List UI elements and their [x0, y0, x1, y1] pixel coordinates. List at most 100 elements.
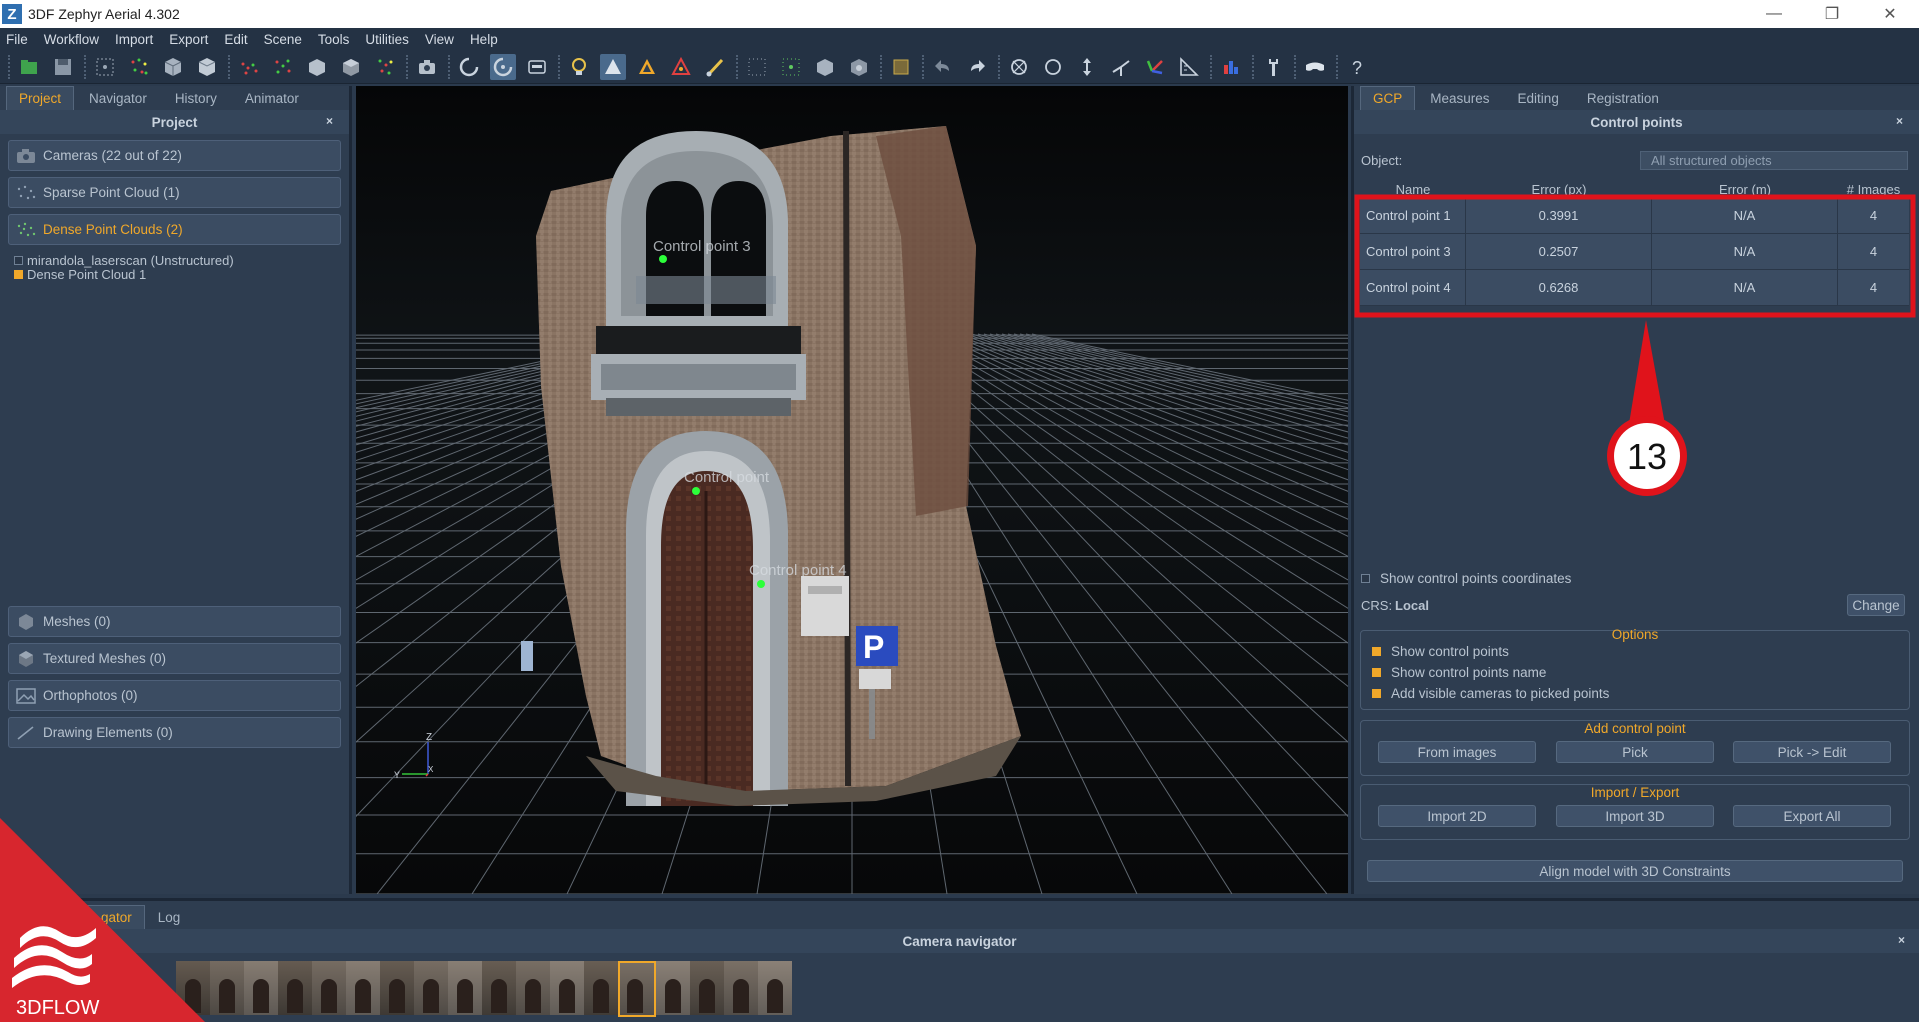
textured-cube-icon[interactable] [194, 54, 220, 80]
tree-item-laserscan[interactable]: mirandola_laserscan (Unstructured) [14, 253, 349, 268]
points-green-select-icon[interactable] [778, 54, 804, 80]
menu-help[interactable]: Help [470, 32, 498, 47]
option-checkbox[interactable] [1372, 668, 1381, 677]
axes-colored-icon[interactable] [1142, 54, 1168, 80]
menu-import[interactable]: Import [115, 32, 153, 47]
visibility-checkbox[interactable] [14, 269, 23, 279]
gizmo-icon[interactable] [1108, 54, 1134, 80]
align-3d-constraints-button[interactable]: Align model with 3D Constraints [1367, 860, 1903, 882]
object-cube-icon[interactable] [812, 54, 838, 80]
show-coordinates-checkbox[interactable] [1361, 574, 1370, 583]
pick-edit-button[interactable]: Pick -> Edit [1733, 741, 1891, 763]
tools-wrench-icon[interactable] [1260, 54, 1286, 80]
save-icon[interactable] [50, 54, 76, 80]
camera-thumbnail[interactable] [482, 961, 516, 1015]
visibility-checkbox[interactable] [14, 255, 23, 265]
camera-thumbnail[interactable] [656, 961, 690, 1015]
camera-thumbnail[interactable] [244, 961, 278, 1015]
new-project-icon[interactable] [16, 54, 42, 80]
project-item-sparse-cloud[interactable]: Sparse Point Cloud (1) [8, 177, 341, 208]
solid-box-icon[interactable] [304, 54, 330, 80]
close-icon[interactable]: × [326, 114, 333, 128]
from-images-button[interactable]: From images [1378, 741, 1536, 763]
bounding-box-icon[interactable] [888, 54, 914, 80]
orbit-circle-icon[interactable] [1040, 54, 1066, 80]
point-render-icon[interactable] [600, 53, 626, 80]
mixed-points-icon[interactable] [372, 54, 398, 80]
project-item-dense-clouds[interactable]: Dense Point Clouds (2) [8, 214, 341, 245]
vertical-move-icon[interactable] [1074, 54, 1100, 80]
textured-box-icon[interactable] [338, 54, 364, 80]
camera-thumbnail[interactable] [448, 961, 482, 1015]
tree-item-dense-cloud-1[interactable]: Dense Point Cloud 1 [14, 267, 349, 282]
menu-workflow[interactable]: Workflow [44, 32, 99, 47]
redo-icon[interactable] [964, 54, 990, 80]
project-item-meshes[interactable]: Meshes (0) [8, 606, 341, 637]
ruler-icon[interactable] [1176, 54, 1202, 80]
tab-project[interactable]: Project [6, 86, 75, 110]
option-checkbox[interactable] [1372, 689, 1381, 698]
select-area-icon[interactable] [92, 54, 118, 80]
brush-icon[interactable] [702, 54, 728, 80]
help-icon[interactable]: ? [1344, 54, 1370, 80]
points-select-icon[interactable] [744, 54, 770, 80]
camera-thumbnail[interactable] [278, 961, 312, 1015]
tab-animator[interactable]: Animator [232, 86, 312, 110]
option-add-cameras[interactable]: Add visible cameras to picked points [1372, 686, 1609, 701]
menu-file[interactable]: File [6, 32, 28, 47]
restore-button[interactable]: ❐ [1803, 0, 1861, 28]
camera-thumbnail[interactable] [584, 961, 618, 1015]
close-window-button[interactable]: ✕ [1861, 0, 1919, 28]
camera-thumbnail[interactable] [690, 961, 724, 1015]
menu-scene[interactable]: Scene [264, 32, 302, 47]
menu-tools[interactable]: Tools [318, 32, 350, 47]
menu-utilities[interactable]: Utilities [365, 32, 409, 47]
tab-navigator[interactable]: Navigator [76, 86, 160, 110]
vr-goggles-icon[interactable] [1302, 54, 1328, 80]
tab-editing[interactable]: Editing [1505, 86, 1572, 110]
import-3d-button[interactable]: Import 3D [1556, 805, 1714, 827]
color-render-icon[interactable] [668, 54, 694, 80]
object-select[interactable]: All structured objects [1640, 151, 1908, 170]
menu-view[interactable]: View [425, 32, 454, 47]
camera-thumbnail[interactable] [618, 961, 656, 1017]
tab-gcp[interactable]: GCP [1360, 86, 1416, 110]
menu-edit[interactable]: Edit [224, 32, 247, 47]
camera-thumbnail[interactable] [312, 961, 346, 1015]
camera-thumbnail[interactable] [758, 961, 792, 1015]
control-point-marker[interactable] [659, 255, 667, 263]
dense-points-red-icon[interactable] [236, 54, 262, 80]
lightbulb-icon[interactable] [566, 54, 592, 80]
camera-thumbnail[interactable] [724, 961, 758, 1015]
camera-thumbnail[interactable] [550, 961, 584, 1015]
free-rotate-icon[interactable] [1006, 54, 1032, 80]
show-coordinates-option[interactable]: Show control points coordinates [1361, 571, 1571, 586]
control-point-marker[interactable] [757, 580, 765, 588]
option-show-control-points[interactable]: Show control points [1372, 644, 1509, 659]
camera-thumbnail[interactable] [210, 961, 244, 1015]
undo-icon[interactable] [930, 54, 956, 80]
tab-registration[interactable]: Registration [1574, 86, 1672, 110]
wireframe-render-icon[interactable] [634, 54, 660, 80]
close-icon[interactable]: × [1896, 114, 1903, 128]
minimize-button[interactable]: — [1745, 0, 1803, 28]
camera-thumbnail[interactable] [380, 961, 414, 1015]
stats-chart-icon[interactable] [1218, 54, 1244, 80]
change-crs-button[interactable]: Change [1847, 594, 1905, 616]
camera-icon[interactable] [414, 54, 440, 80]
project-item-orthophotos[interactable]: Orthophotos (0) [8, 680, 341, 711]
pick-button[interactable]: Pick [1556, 741, 1714, 763]
option-show-names[interactable]: Show control points name [1372, 665, 1546, 680]
tab-measures[interactable]: Measures [1417, 86, 1502, 110]
close-icon[interactable]: × [1898, 933, 1905, 947]
dense-points-green-icon[interactable] [270, 54, 296, 80]
export-all-button[interactable]: Export All [1733, 805, 1891, 827]
tab-history[interactable]: History [162, 86, 230, 110]
project-item-drawing-elements[interactable]: Drawing Elements (0) [8, 717, 341, 748]
object-cube-alt-icon[interactable] [846, 54, 872, 80]
mesh-cube-icon[interactable] [160, 54, 186, 80]
sparse-points-icon[interactable] [126, 54, 152, 80]
import-2d-button[interactable]: Import 2D [1378, 805, 1536, 827]
camera-thumbnail[interactable] [516, 961, 550, 1015]
rotate-icon[interactable] [456, 54, 482, 80]
